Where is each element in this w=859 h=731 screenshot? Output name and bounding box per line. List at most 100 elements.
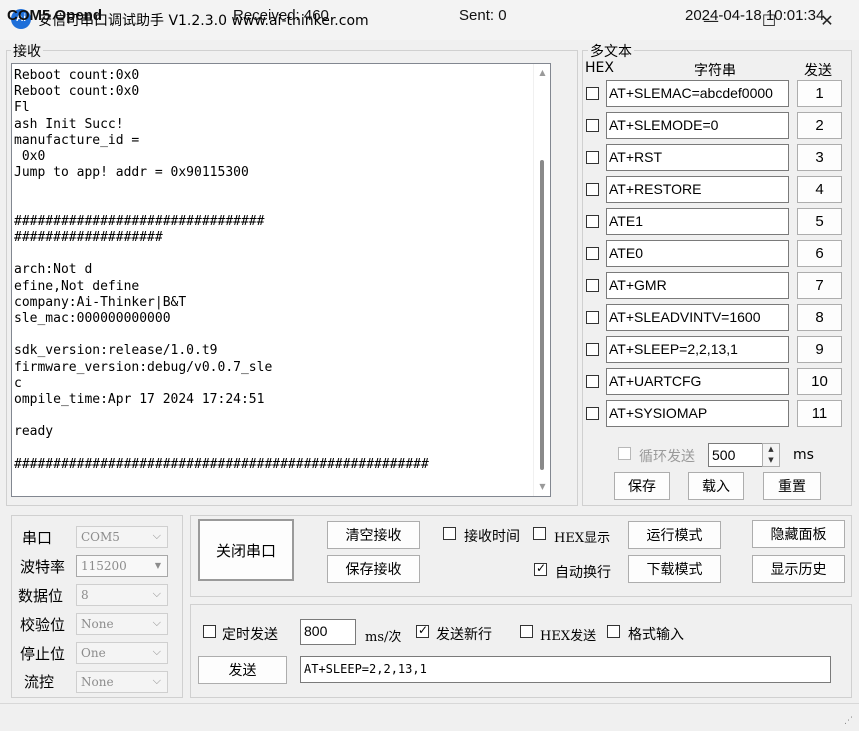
timed-send-checkbox[interactable]: [203, 625, 216, 638]
parity-value: None: [81, 617, 114, 631]
multitext-send-button[interactable]: 7: [797, 272, 842, 299]
databits-label: 数据位: [18, 587, 64, 605]
resize-grip-icon[interactable]: ⋰: [844, 716, 853, 726]
loop-interval-spinner[interactable]: ▲ ▼: [762, 443, 780, 467]
multitext-string-input[interactable]: ATE1: [606, 208, 789, 235]
receive-time-label: 接收时间: [464, 529, 520, 545]
loop-interval-input[interactable]: 500: [708, 443, 770, 467]
chevron-down-icon: ⌵: [152, 529, 161, 542]
send-newline-checkbox[interactable]: [416, 623, 429, 638]
chevron-down-icon: ⌵: [152, 674, 161, 687]
multitext-send-button[interactable]: 8: [797, 304, 842, 331]
multitext-send-button[interactable]: 2: [797, 112, 842, 139]
multitext-label: 多文本: [588, 41, 634, 61]
multitext-send-button[interactable]: 3: [797, 144, 842, 171]
spin-down-icon[interactable]: ▼: [763, 456, 779, 464]
multitext-string-input[interactable]: AT+GMR: [606, 272, 789, 299]
chevron-down-icon: ⌵: [152, 587, 161, 600]
loop-send-checkbox[interactable]: [618, 447, 631, 460]
parity-label: 校验位: [20, 616, 66, 634]
save-multitext-button[interactable]: 保存: [614, 472, 670, 500]
multitext-send-button[interactable]: 5: [797, 208, 842, 235]
multitext-hex-checkbox[interactable]: [586, 151, 599, 164]
multitext-hex-checkbox[interactable]: [586, 247, 599, 260]
flow-value: None: [81, 675, 114, 689]
multitext-hex-checkbox[interactable]: [586, 279, 599, 292]
receive-textarea[interactable]: Reboot count:0x0 Reboot count:0x0 Fl ash…: [11, 63, 551, 497]
send-text-input[interactable]: AT+SLEEP=2,2,13,1: [300, 656, 831, 683]
receive-label: 接收: [11, 41, 43, 61]
databits-value: 8: [81, 588, 89, 602]
timed-interval-unit: ms/次: [365, 630, 402, 645]
send-group: [190, 604, 852, 698]
multitext-hex-checkbox[interactable]: [586, 375, 599, 388]
port-label: 串口: [22, 529, 53, 547]
status-port: COM5 Opend: [7, 7, 103, 24]
multitext-hex-checkbox[interactable]: [586, 343, 599, 356]
stopbits-label: 停止位: [20, 645, 66, 663]
receive-text: Reboot count:0x0 Reboot count:0x0 Fl ash…: [14, 68, 429, 472]
baud-value: 115200: [81, 559, 127, 573]
multitext-string-input[interactable]: AT+SLEEP=2,2,13,1: [606, 336, 789, 363]
multitext-string-input[interactable]: AT+SLEMAC=abcdef0000: [606, 80, 789, 107]
send-button[interactable]: 发送: [198, 656, 287, 684]
receive-scrollbar[interactable]: ▲ ▼: [533, 64, 550, 496]
multitext-header-hex: HEX: [585, 60, 614, 76]
multitext-hex-checkbox[interactable]: [586, 87, 599, 100]
status-time: 2024-04-18 10:01:34: [685, 7, 825, 24]
status-sent: Sent: 0: [459, 7, 507, 24]
multitext-send-button[interactable]: 1: [797, 80, 842, 107]
multitext-send-button[interactable]: 9: [797, 336, 842, 363]
format-input-checkbox[interactable]: [607, 625, 620, 638]
multitext-string-input[interactable]: AT+RST: [606, 144, 789, 171]
multitext-hex-checkbox[interactable]: [586, 183, 599, 196]
hex-display-checkbox[interactable]: [533, 527, 546, 540]
hide-panel-button[interactable]: 隐藏面板: [752, 520, 845, 548]
flow-label: 流控: [24, 673, 55, 691]
dropdown-arrow-icon: ▼: [154, 561, 161, 570]
multitext-hex-checkbox[interactable]: [586, 215, 599, 228]
multitext-string-input[interactable]: ATE0: [606, 240, 789, 267]
multitext-hex-checkbox[interactable]: [586, 311, 599, 324]
port-select[interactable]: COM5 ⌵: [76, 526, 168, 548]
receive-time-checkbox[interactable]: [443, 527, 456, 540]
loop-unit-label: ms: [793, 447, 814, 463]
multitext-send-button[interactable]: 10: [797, 368, 842, 395]
stopbits-select[interactable]: One ⌵: [76, 642, 168, 664]
load-multitext-button[interactable]: 载入: [688, 472, 744, 500]
download-mode-button[interactable]: 下载模式: [628, 555, 721, 583]
spin-up-icon[interactable]: ▲: [763, 445, 779, 453]
multitext-string-input[interactable]: AT+UARTCFG: [606, 368, 789, 395]
status-bar: [0, 703, 859, 731]
multitext-hex-checkbox[interactable]: [586, 119, 599, 132]
clear-receive-button[interactable]: 清空接收: [327, 521, 420, 549]
databits-select[interactable]: 8 ⌵: [76, 584, 168, 606]
auto-wrap-checkbox[interactable]: [534, 561, 547, 576]
flow-select[interactable]: None ⌵: [76, 671, 168, 693]
timed-interval-input[interactable]: 800: [300, 619, 356, 645]
baud-select[interactable]: 115200 ▼: [76, 555, 168, 577]
multitext-hex-checkbox[interactable]: [586, 407, 599, 420]
multitext-string-input[interactable]: AT+SYSIOMAP: [606, 400, 789, 427]
hex-display-label: HEX显示: [554, 531, 611, 546]
parity-select[interactable]: None ⌵: [76, 613, 168, 635]
multitext-string-input[interactable]: AT+SLEADVINTV=1600: [606, 304, 789, 331]
multitext-send-button[interactable]: 11: [797, 400, 842, 427]
close-port-button[interactable]: 关闭串口: [198, 519, 294, 581]
hex-send-checkbox[interactable]: [520, 625, 533, 638]
multitext-string-input[interactable]: AT+SLEMODE=0: [606, 112, 789, 139]
scroll-up-icon[interactable]: ▲: [534, 68, 550, 77]
status-received: Received: 460: [233, 7, 329, 24]
send-newline-label: 发送新行: [436, 627, 492, 643]
scroll-thumb[interactable]: [540, 160, 544, 470]
reset-multitext-button[interactable]: 重置: [763, 472, 821, 500]
multitext-send-button[interactable]: 6: [797, 240, 842, 267]
multitext-string-input[interactable]: AT+RESTORE: [606, 176, 789, 203]
save-receive-button[interactable]: 保存接收: [327, 555, 420, 583]
show-history-button[interactable]: 显示历史: [752, 555, 845, 583]
loop-send-label: 循环发送: [639, 449, 695, 465]
run-mode-button[interactable]: 运行模式: [628, 521, 721, 549]
multitext-header-string: 字符串: [694, 63, 736, 79]
multitext-send-button[interactable]: 4: [797, 176, 842, 203]
scroll-down-icon[interactable]: ▼: [534, 482, 550, 491]
